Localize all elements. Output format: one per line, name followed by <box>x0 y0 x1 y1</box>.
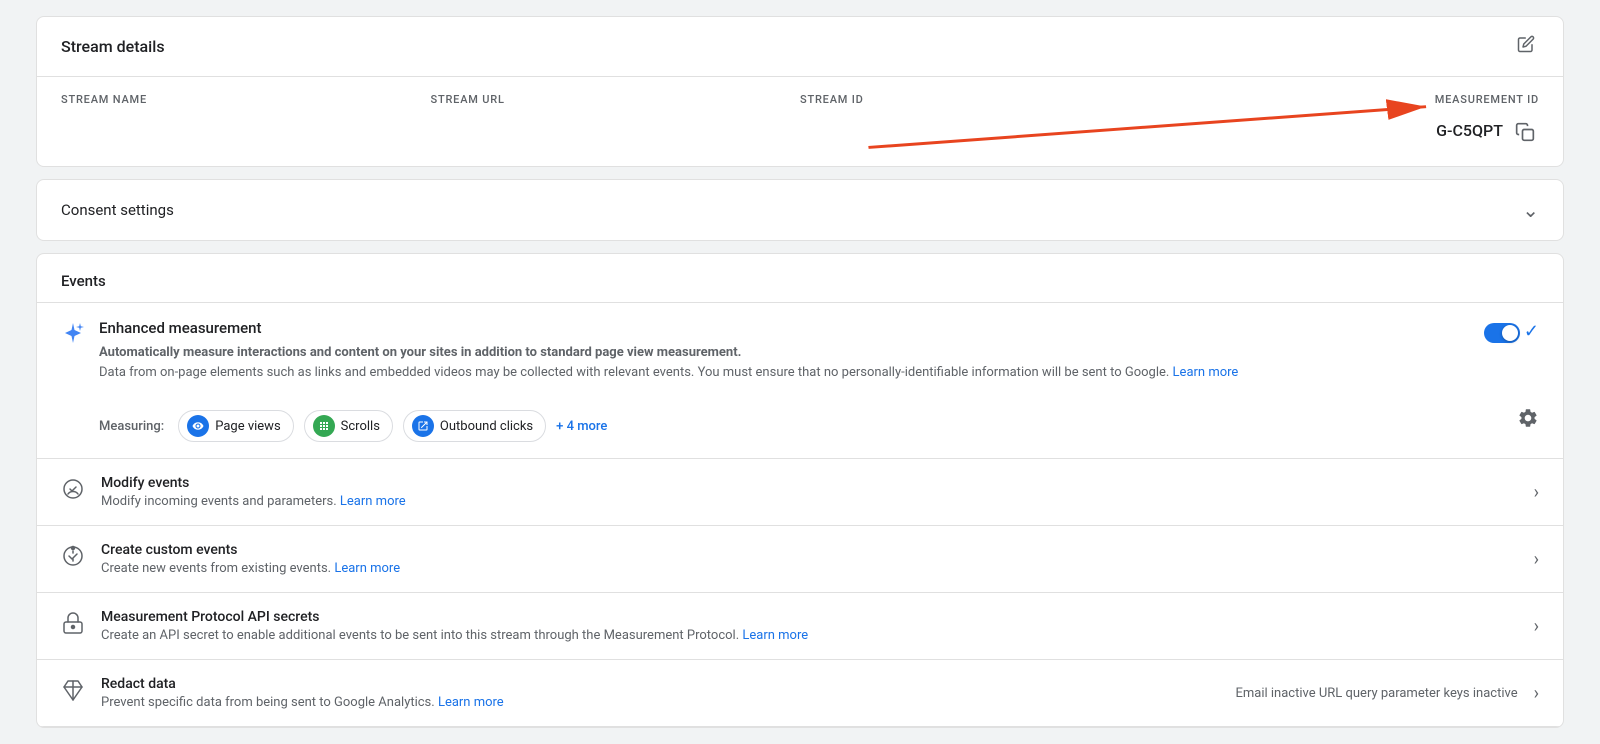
consent-settings-title: Consent settings <box>61 201 174 219</box>
redact-data-learn-more[interactable]: Learn more <box>438 695 504 710</box>
scrolls-chip[interactable]: Scrolls <box>304 410 393 442</box>
create-custom-events-learn-more[interactable]: Learn more <box>334 561 400 576</box>
measurement-protocol-title: Measurement Protocol API secrets <box>101 609 808 625</box>
modify-events-desc: Modify incoming events and parameters. L… <box>101 494 406 509</box>
measurement-id-value: G-C5QPT <box>1436 121 1503 140</box>
enhanced-measurement-row: Enhanced measurement Automatically measu… <box>37 303 1563 459</box>
redact-data-icon <box>61 678 85 708</box>
stream-id-col: STREAM ID <box>800 93 1170 146</box>
stream-name-col: STREAM NAME <box>61 93 431 146</box>
redact-data-meta: Email inactive URL query parameter keys … <box>1235 686 1517 701</box>
stream-id-label: STREAM ID <box>800 93 1170 106</box>
consent-settings-chevron-icon: ⌄ <box>1522 198 1539 222</box>
measuring-row: Measuring: Page views <box>99 410 607 442</box>
more-chips-button[interactable]: + 4 more <box>556 419 607 434</box>
redact-data-desc: Prevent specific data from being sent to… <box>101 695 504 710</box>
scrolls-chip-label: Scrolls <box>341 419 380 434</box>
measurement-protocol-desc: Create an API secret to enable additiona… <box>101 628 808 643</box>
scrolls-icon <box>313 415 335 437</box>
modify-events-chevron: › <box>1534 482 1539 503</box>
page-views-icon <box>187 415 209 437</box>
enhanced-measurement-settings-button[interactable] <box>1517 407 1539 432</box>
outbound-clicks-chip[interactable]: Outbound clicks <box>403 410 546 442</box>
events-section: Events Enhanced measurement Automaticall <box>36 253 1564 728</box>
events-header: Events <box>37 254 1563 303</box>
modify-events-learn-more[interactable]: Learn more <box>340 494 406 509</box>
enhanced-measurement-toggle[interactable] <box>1484 323 1520 343</box>
measurement-protocol-row[interactable]: Measurement Protocol API secrets Create … <box>37 593 1563 660</box>
outbound-clicks-chip-label: Outbound clicks <box>440 419 533 434</box>
edit-stream-button[interactable] <box>1513 31 1539 62</box>
modify-events-row[interactable]: Modify events Modify incoming events and… <box>37 459 1563 526</box>
create-custom-events-row[interactable]: Create custom events Create new events f… <box>37 526 1563 593</box>
redact-data-title: Redact data <box>101 676 504 692</box>
consent-settings-row[interactable]: Consent settings ⌄ <box>37 180 1563 240</box>
stream-details-body: STREAM NAME STREAM URL STREAM ID MEASURE… <box>37 77 1563 166</box>
measurement-protocol-chevron: › <box>1534 616 1539 637</box>
measurement-id-label: MEASUREMENT ID <box>1435 93 1539 106</box>
measurement-protocol-learn-more[interactable]: Learn more <box>742 628 808 643</box>
sparkle-icon <box>61 321 85 351</box>
create-custom-events-desc: Create new events from existing events. … <box>101 561 400 576</box>
outbound-clicks-icon <box>412 415 434 437</box>
enhanced-measurement-description: Automatically measure interactions and c… <box>99 343 1238 382</box>
modify-events-title: Modify events <box>101 475 406 491</box>
enhanced-measurement-learn-more[interactable]: Learn more <box>1173 365 1239 380</box>
stream-details-title: Stream details <box>61 37 165 56</box>
copy-measurement-id-button[interactable] <box>1511 118 1539 146</box>
stream-details-card: Stream details STREAM NAME STREAM URL <box>36 16 1564 167</box>
events-title: Events <box>61 272 106 290</box>
measurement-protocol-icon <box>61 611 85 641</box>
page-views-chip-label: Page views <box>215 419 280 434</box>
create-custom-events-title: Create custom events <box>101 542 400 558</box>
create-custom-events-chevron: › <box>1534 549 1539 570</box>
create-custom-events-icon <box>61 544 85 574</box>
redact-data-row[interactable]: Redact data Prevent specific data from b… <box>37 660 1563 727</box>
stream-details-header: Stream details <box>37 17 1563 77</box>
measuring-label: Measuring: <box>99 419 164 434</box>
consent-settings-card: Consent settings ⌄ <box>36 179 1564 241</box>
stream-url-label: STREAM URL <box>431 93 801 106</box>
stream-name-label: STREAM NAME <box>61 93 431 106</box>
stream-url-col: STREAM URL <box>431 93 801 146</box>
measurement-id-col: MEASUREMENT ID G-C5QPT <box>1170 93 1540 146</box>
modify-events-icon <box>61 477 85 507</box>
settings-icon <box>1517 407 1539 429</box>
page-views-chip[interactable]: Page views <box>178 410 293 442</box>
enhanced-measurement-title: Enhanced measurement <box>99 319 1238 337</box>
